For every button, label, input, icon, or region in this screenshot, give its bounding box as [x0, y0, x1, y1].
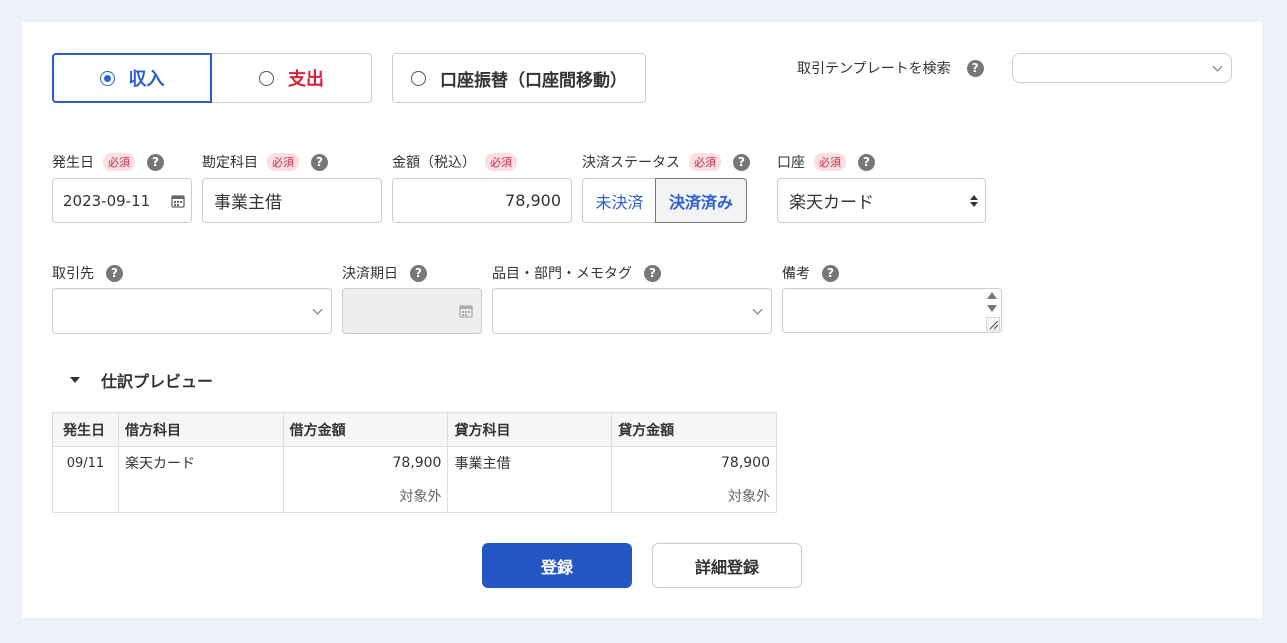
credit-tax-category: 対象外 [611, 479, 777, 513]
tab-expense[interactable]: 支出 [211, 53, 372, 103]
amount-label: 金額（税込） 必須 [392, 152, 517, 172]
entry-date: 09/11 [52, 446, 119, 480]
tags-label: 品目・部門・メモタグ ? [492, 263, 661, 283]
tab-income-label: 収入 [128, 69, 165, 90]
detailed-register-button[interactable]: 詳細登録 [652, 543, 802, 588]
column-header: 貸方金額 [611, 412, 777, 447]
journal-preview-title: 仕訳プレビュー [101, 372, 214, 391]
due-date-input [342, 288, 482, 334]
required-badge: 必須 [814, 153, 846, 171]
spin-arrows-icon[interactable] [986, 291, 998, 315]
journal-preview-toggle[interactable]: 仕訳プレビュー [70, 368, 213, 392]
account-item-label: 勘定科目 必須 ? [202, 152, 328, 172]
help-icon[interactable]: ? [106, 264, 123, 282]
help-icon[interactable]: ? [733, 153, 750, 171]
register-button[interactable]: 登録 [482, 543, 632, 588]
caret-down-icon [70, 377, 80, 383]
due-date-label: 決済期日 ? [342, 263, 427, 283]
account-item-input[interactable]: 事業主借 [202, 178, 382, 223]
date-label: 発生日 必須 ? [52, 152, 164, 172]
journal-preview-table: 発生日 借方科目 借方金額 貸方科目 貸方金額 09/11 楽天カード 78,9… [52, 412, 777, 513]
required-badge: 必須 [485, 153, 517, 171]
column-header: 借方科目 [117, 412, 284, 447]
date-input[interactable]: 2023-09-11 [52, 178, 192, 223]
tab-income[interactable]: 収入 [52, 53, 212, 103]
resize-grip-icon[interactable] [986, 317, 1000, 331]
memo-label: 備考 ? [782, 263, 839, 283]
memo-textarea[interactable] [782, 288, 1002, 333]
help-icon[interactable]: ? [311, 153, 328, 171]
partner-select[interactable] [52, 288, 332, 334]
tab-transfer-label: 口座振替（口座間移動） [440, 70, 627, 91]
chevron-down-icon [1212, 61, 1223, 72]
amount-input[interactable]: 78,900 [392, 178, 572, 223]
credit-account: 事業主借 [447, 446, 613, 480]
radio-icon [411, 70, 426, 86]
wallet-select[interactable]: 楽天カード [777, 178, 986, 223]
status-settled-option[interactable]: 決済済み [655, 178, 747, 223]
status-label: 決済ステータス 必須 ? [582, 152, 750, 172]
debit-amount: 78,900 [282, 446, 449, 480]
required-badge: 必須 [267, 153, 299, 171]
help-icon[interactable]: ? [822, 264, 839, 282]
credit-amount: 78,900 [611, 446, 777, 480]
template-search-select[interactable] [1012, 53, 1232, 83]
help-icon[interactable]: ? [858, 153, 875, 171]
required-badge: 必須 [689, 153, 721, 171]
transaction-form-card: 収入 支出 口座振替（口座間移動） 取引テンプレートを検索 ? 発生日 必須 ?… [22, 22, 1262, 618]
column-header: 借方金額 [282, 412, 449, 447]
help-icon[interactable]: ? [644, 264, 661, 282]
status-unsettled-option[interactable]: 未決済 [582, 178, 656, 223]
tags-select[interactable] [492, 288, 772, 334]
column-header: 貸方科目 [447, 412, 613, 447]
debit-tax-category: 対象外 [282, 479, 449, 513]
tab-transfer[interactable]: 口座振替（口座間移動） [392, 53, 646, 103]
debit-account: 楽天カード [117, 446, 284, 480]
chevron-down-icon [312, 304, 323, 315]
table-row-tax: 対象外 対象外 [52, 479, 777, 513]
column-header: 発生日 [52, 412, 119, 447]
partner-label: 取引先 ? [52, 263, 123, 283]
help-icon[interactable]: ? [147, 153, 164, 171]
table-row: 09/11 楽天カード 78,900 事業主借 78,900 [52, 446, 777, 480]
help-icon[interactable]: ? [966, 59, 984, 77]
table-header-row: 発生日 借方科目 借方金額 貸方科目 貸方金額 [52, 412, 777, 447]
radio-icon [259, 70, 274, 86]
calendar-icon [459, 305, 473, 318]
template-search-label: 取引テンプレートを検索 ? [797, 58, 984, 78]
tab-expense-label: 支出 [288, 69, 324, 90]
wallet-label: 口座 必須 ? [777, 152, 875, 172]
help-icon[interactable]: ? [410, 264, 427, 282]
calendar-icon[interactable] [171, 194, 185, 208]
sort-arrows-icon [970, 195, 978, 207]
radio-selected-icon [99, 70, 115, 86]
required-badge: 必須 [103, 153, 135, 171]
chevron-down-icon [752, 304, 763, 315]
